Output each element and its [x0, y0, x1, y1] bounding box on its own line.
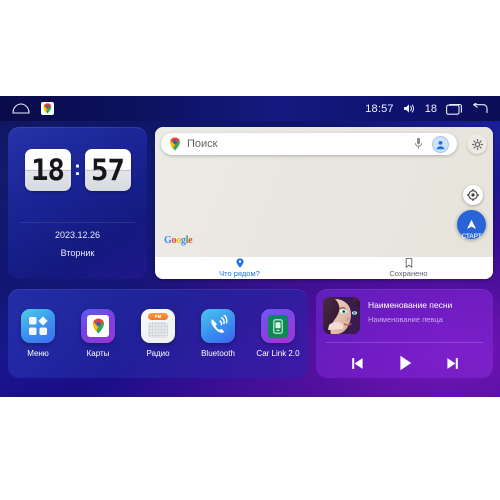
volume-level: 18 [424, 102, 437, 115]
microphone-icon[interactable] [414, 137, 426, 151]
fm-radio-icon: FM [141, 309, 175, 343]
account-avatar-icon[interactable] [432, 135, 449, 153]
previous-track-icon[interactable] [350, 356, 365, 371]
start-label: СТАРТ [461, 233, 482, 240]
google-letter: e [188, 235, 193, 246]
map-bottom-tabs: Что рядом? Сохранено [155, 257, 493, 279]
app-shortcut-bluetooth[interactable]: Bluetooth [192, 309, 244, 358]
clock-date: 2023.12.26 [54, 230, 101, 240]
google-attribution: Google [164, 235, 193, 246]
app-shortcut-maps[interactable]: Карты [72, 309, 124, 358]
tab-nearby-label: Что рядом? [219, 269, 260, 278]
back-icon[interactable] [472, 103, 488, 114]
app-shortcut-carlink[interactable]: Car Link 2.0 [252, 309, 304, 358]
app-shortcut-menu[interactable]: Меню [12, 309, 64, 358]
flip-clock: 18 : 57 [8, 149, 147, 191]
grid-menu-icon [21, 309, 55, 343]
maps-widget[interactable]: Поиск Google СТАРТ Что рядом? Сохранено [155, 127, 493, 279]
clock-weekday: Вторник [60, 248, 95, 258]
clock-minutes: 57 [84, 149, 131, 191]
status-bar: 18:57 18 [0, 96, 500, 121]
play-icon[interactable] [396, 354, 414, 372]
app-shortcuts-panel: Меню Карты FM Радио Bluetooth Car Link 2… [8, 289, 308, 378]
bookmark-icon [405, 258, 412, 268]
app-shortcut-radio[interactable]: FM Радио [132, 309, 184, 358]
car-head-unit-home-screen: 18:57 18 18 : 57 2023.12.26 Вторник Поис… [0, 96, 500, 397]
car-link-icon [261, 309, 295, 343]
clock-widget[interactable]: 18 : 57 2023.12.26 Вторник [8, 127, 147, 279]
compass-icon[interactable] [463, 185, 483, 205]
app-label-maps: Карты [86, 349, 110, 358]
music-divider [326, 342, 483, 343]
fm-badge: FM [148, 313, 168, 320]
album-art[interactable] [323, 297, 360, 334]
location-pin-icon [236, 258, 243, 268]
tab-saved-label: Сохранено [389, 269, 428, 278]
status-time: 18:57 [365, 102, 394, 115]
gear-icon[interactable] [467, 134, 487, 154]
clock-hours: 18 [24, 149, 71, 191]
bluetooth-phone-icon [201, 309, 235, 343]
volume-icon[interactable] [403, 103, 416, 114]
navigation-arrow-icon [467, 219, 476, 229]
start-navigation-button[interactable]: СТАРТ [457, 210, 486, 240]
search-input[interactable]: Поиск [187, 138, 414, 150]
app-label-menu: Меню [27, 349, 49, 358]
clock-separator: : [74, 158, 81, 180]
music-controls [316, 349, 493, 377]
google-maps-icon [81, 309, 115, 343]
music-player-widget: Наименование песни Наименование певца [316, 289, 493, 378]
tab-nearby[interactable]: Что рядом? [155, 257, 324, 279]
track-artist: Наименование певца [368, 315, 443, 324]
tab-saved[interactable]: Сохранено [324, 257, 493, 279]
google-maps-icon[interactable] [41, 102, 54, 115]
app-label-radio: Радио [146, 349, 170, 358]
recent-apps-icon[interactable] [446, 103, 463, 115]
clock-divider [20, 222, 135, 223]
track-title: Наименование песни [368, 300, 453, 310]
map-pin-icon [169, 137, 181, 151]
app-label-bluetooth: Bluetooth [201, 349, 235, 358]
speaker-grille [148, 322, 168, 338]
app-label-carlink: Car Link 2.0 [256, 349, 300, 358]
map-search-bar[interactable]: Поиск [161, 133, 457, 155]
next-track-icon[interactable] [445, 356, 460, 371]
home-icon[interactable] [12, 103, 30, 114]
